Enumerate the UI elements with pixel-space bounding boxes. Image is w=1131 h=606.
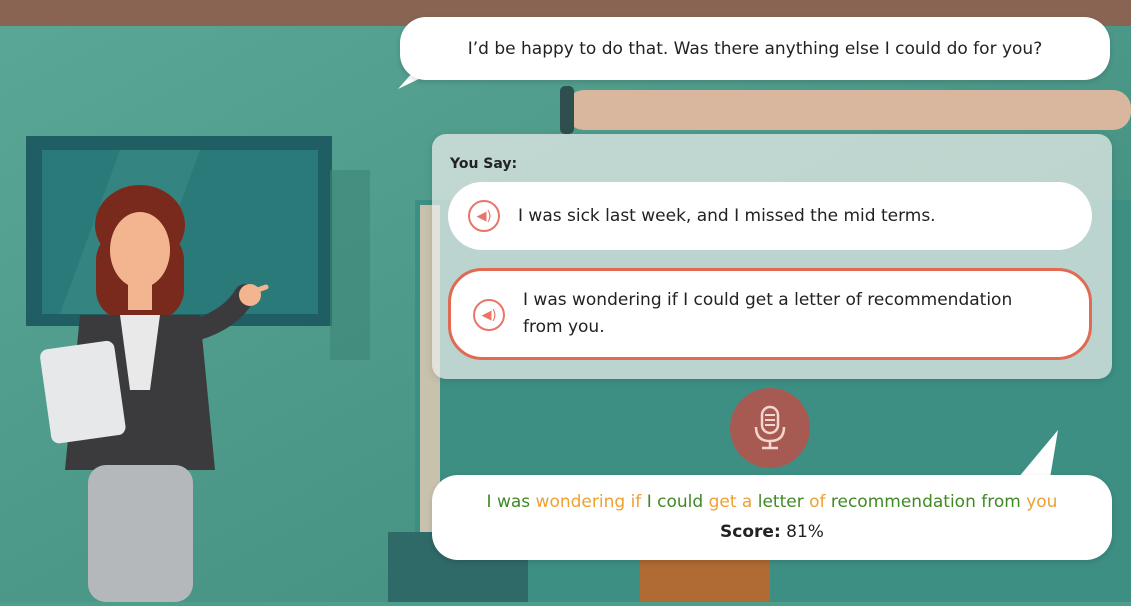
result-word: was [496,492,531,512]
score-value: 81% [786,522,824,542]
response-option-1[interactable]: ◀) I was sick last week, and I missed th… [448,182,1092,250]
response-option-text: I was wondering if I could get a letter … [523,290,1013,337]
result-word: could [657,492,704,512]
npc-speech-text: I’d be happy to do that. Was there anyth… [467,38,1043,59]
response-option-text: I was sick last week, and I missed the m… [518,206,936,226]
result-word: a [741,492,753,512]
result-word: if [630,492,642,512]
npc-speech-bubble: I’d be happy to do that. Was there anyth… [400,17,1110,80]
result-word: wondering [535,492,626,512]
you-say-label: You Say: [450,156,518,172]
result-word: from [981,492,1021,512]
microphone-icon [754,405,786,450]
score-line: Score: 81% [432,522,1112,542]
speaker-icon[interactable]: ◀) [468,200,500,232]
result-word: recommendation [830,492,976,512]
result-word: you [1026,492,1058,512]
result-word: I [486,492,492,512]
result-word: get [708,492,737,512]
speaker-icon[interactable]: ◀) [473,299,505,331]
result-bubble: I was wondering if I could get a letter … [432,475,1112,560]
result-word: I [646,492,652,512]
score-label: Score: [720,522,781,542]
result-word: letter [757,492,804,512]
result-word: of [809,492,826,512]
result-speech-tail [1018,430,1058,478]
pronunciation-result: I was wondering if I could get a letter … [432,492,1112,512]
response-panel: You Say: ◀) I was sick last week, and I … [432,134,1112,379]
microphone-button[interactable] [730,388,810,468]
response-option-2[interactable]: ◀) I was wondering if I could get a lett… [448,268,1092,360]
